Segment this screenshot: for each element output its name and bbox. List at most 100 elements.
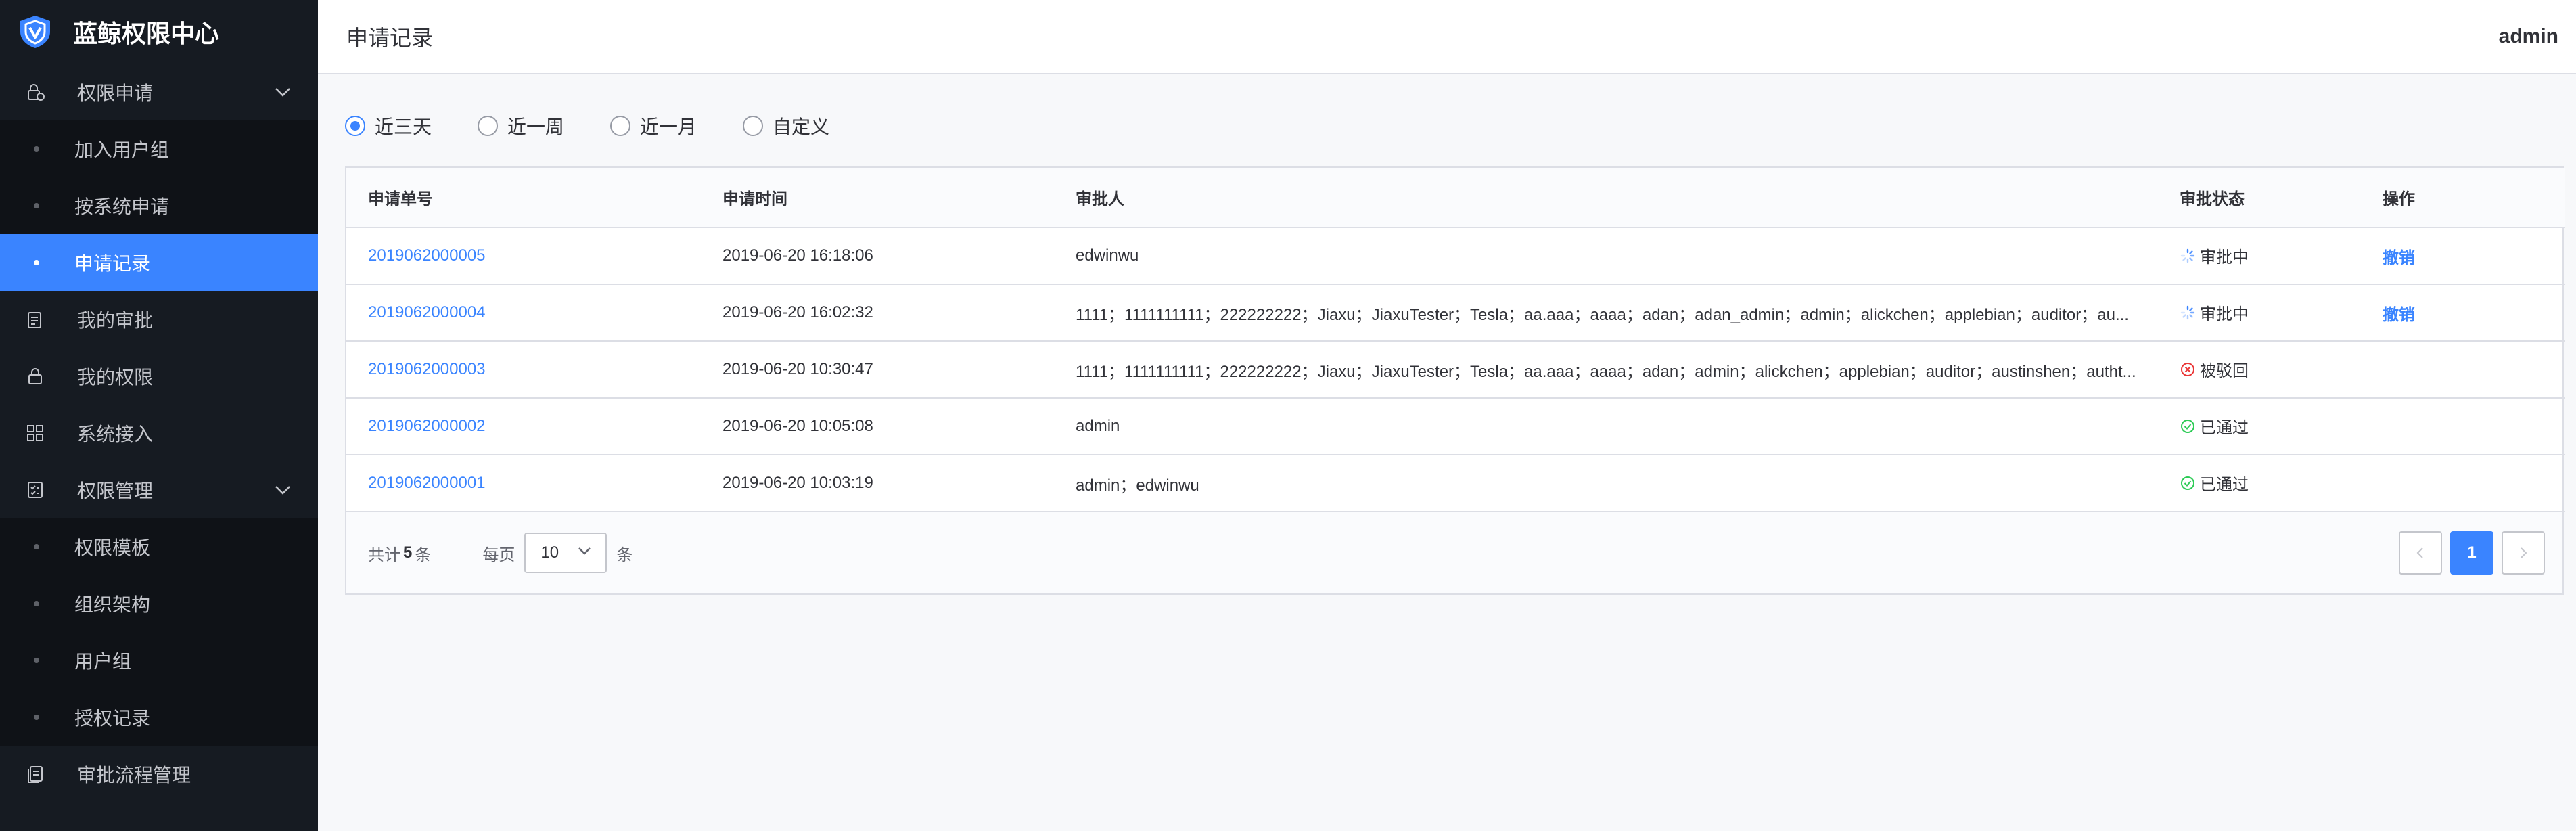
request-time: 2019-06-20 16:18:06 <box>701 227 1054 285</box>
menu-approval-flow[interactable]: 审批流程管理 <box>0 746 318 803</box>
per-page: 每页 10 条 <box>482 533 632 573</box>
approvers: edwinwu <box>1054 227 2158 285</box>
menu-label: 系统接入 <box>77 424 154 445</box>
sidebar-item-grant-records[interactable]: 授权记录 <box>0 689 318 746</box>
pagination-controls: 1 <box>2391 531 2545 575</box>
radio-custom[interactable]: 自定义 <box>743 112 829 139</box>
per-page-select[interactable]: 10 <box>524 533 607 573</box>
radio-unchecked-icon <box>478 116 499 136</box>
column-header-action: 操作 <box>2361 168 2565 228</box>
lock-icon <box>24 365 46 387</box>
menu-system-access[interactable]: 系统接入 <box>0 405 318 462</box>
radio-checked-icon <box>345 116 365 136</box>
request-id-link[interactable]: 2019062000004 <box>346 284 701 342</box>
radio-label: 自定义 <box>773 116 830 137</box>
radio-unchecked-icon <box>743 116 764 136</box>
radio-last-week[interactable]: 近一周 <box>478 112 564 139</box>
sidebar-item-label: 权限模板 <box>74 537 151 558</box>
close-circle-icon <box>2181 362 2194 376</box>
prev-page-button[interactable] <box>2399 531 2442 575</box>
request-time: 2019-06-20 10:03:19 <box>701 455 1054 512</box>
status-icon <box>2180 361 2196 378</box>
status-badge: 已通过 <box>2180 414 2249 438</box>
chevron-right-icon <box>2521 547 2527 558</box>
lock-apply-icon <box>24 81 46 103</box>
request-id-link[interactable]: 2019062000002 <box>346 398 701 455</box>
menu-label: 权限申请 <box>77 83 154 104</box>
spinner-icon <box>2180 305 2195 319</box>
sidebar-item-label: 按系统申请 <box>74 196 170 217</box>
sidebar-item-label: 组织架构 <box>74 594 151 615</box>
approvers: admin <box>1054 398 2158 455</box>
menu-label: 我的权限 <box>77 367 154 388</box>
request-id-link[interactable]: 2019062000003 <box>346 341 701 399</box>
sidebar-item-label: 加入用户组 <box>74 139 170 160</box>
status-badge: 审批中 <box>2180 300 2249 324</box>
menu-my-approvals[interactable]: 我的审批 <box>0 291 318 348</box>
approvers: admin；edwinwu <box>1054 455 2158 512</box>
sidebar: 蓝鲸权限中心 权限申请 加入用户组 按系统申请 申请记录 我的审批 我的权限 系… <box>0 0 318 831</box>
chevron-left-icon <box>2416 547 2423 558</box>
radio-last-month[interactable]: 近一月 <box>610 112 697 139</box>
table-row: 2019062000001 2019-06-20 10:03:19 admin；ed… <box>346 455 2565 512</box>
menu-permission-management[interactable]: 权限管理 <box>0 462 318 518</box>
sidebar-item-user-group[interactable]: 用户组 <box>0 632 318 689</box>
page-button-current[interactable]: 1 <box>2450 531 2493 575</box>
status-badge: 已通过 <box>2180 471 2249 495</box>
request-id-link[interactable]: 2019062000005 <box>346 227 701 285</box>
radio-last-3-days[interactable]: 近三天 <box>345 112 432 139</box>
request-time: 2019-06-20 10:05:08 <box>701 398 1054 455</box>
approvers: 1111；1111111111；222222222；Jiaxu；JiaxuTes… <box>1054 284 2158 342</box>
sidebar-item-label: 用户组 <box>74 651 132 672</box>
pagination-summary: 共计 5 条 每页 10 条 <box>368 533 632 573</box>
table-row: 2019062000004 2019-06-20 16:02:32 1111；111… <box>346 284 2565 342</box>
chevron-down-icon <box>576 542 593 564</box>
user-menu[interactable]: admin <box>2499 25 2558 48</box>
sidebar-item-apply-records[interactable]: 申请记录 <box>0 234 318 291</box>
menu-label: 我的审批 <box>77 310 154 331</box>
column-header-status: 审批状态 <box>2158 168 2361 228</box>
status-icon <box>2180 305 2196 321</box>
menu-label: 审批流程管理 <box>77 765 191 786</box>
bullet-icon <box>34 544 39 549</box>
status-badge: 审批中 <box>2180 244 2249 267</box>
status-badge: 被驳回 <box>2180 357 2249 381</box>
table-body: 2019062000005 2019-06-20 16:18:06 edwinwu 审… <box>346 227 2565 512</box>
main-content: 近三天 近一周 近一月 自定义 申请单号 申请时间 审批人 审批状态 操作 20… <box>345 95 2565 595</box>
revoke-link[interactable]: 撤销 <box>2361 284 2565 342</box>
bullet-icon <box>34 658 39 663</box>
sidebar-item-org-structure[interactable]: 组织架构 <box>0 575 318 632</box>
revoke-link[interactable]: 撤销 <box>2361 227 2565 285</box>
spinner-icon <box>2180 248 2195 263</box>
status-cell: 审批中 <box>2158 284 2361 342</box>
sidebar-item-permission-template[interactable]: 权限模板 <box>0 518 318 575</box>
menu-my-permissions[interactable]: 我的权限 <box>0 348 318 405</box>
status-text: 已通过 <box>2200 476 2249 495</box>
records-table: 申请单号 申请时间 审批人 审批状态 操作 2019062000005 2019-… <box>345 166 2565 595</box>
revoke-link <box>2361 398 2565 455</box>
status-icon <box>2180 248 2196 264</box>
request-id-link[interactable]: 2019062000001 <box>346 455 701 512</box>
clipboard-icon <box>24 309 46 330</box>
request-time: 2019-06-20 10:30:47 <box>701 341 1054 399</box>
column-header-approvers: 审批人 <box>1054 168 2158 228</box>
status-text: 审批中 <box>2200 305 2249 324</box>
bullet-icon <box>34 203 39 208</box>
per-page-prefix: 每页 <box>482 545 515 564</box>
bullet-icon <box>34 601 39 606</box>
table-row: 2019062000002 2019-06-20 10:05:08 admin 已通过 <box>346 398 2565 455</box>
status-text: 被驳回 <box>2200 362 2249 381</box>
sidebar-item-apply-by-system[interactable]: 按系统申请 <box>0 177 318 234</box>
status-cell: 审批中 <box>2158 227 2361 285</box>
sidebar-item-join-group[interactable]: 加入用户组 <box>0 120 318 177</box>
next-page-button[interactable] <box>2502 531 2545 575</box>
menu-permission-apply[interactable]: 权限申请 <box>0 64 318 120</box>
sidebar-item-label: 申请记录 <box>74 253 151 274</box>
app-title: 蓝鲸权限中心 <box>73 20 220 47</box>
check-circle-icon <box>2181 419 2194 433</box>
per-page-value: 10 <box>540 543 559 562</box>
page-title: 申请记录 <box>346 26 434 50</box>
time-range-filter: 近三天 近一周 近一月 自定义 <box>345 95 2564 157</box>
status-cell: 被驳回 <box>2158 341 2361 399</box>
grid-icon <box>24 422 46 444</box>
